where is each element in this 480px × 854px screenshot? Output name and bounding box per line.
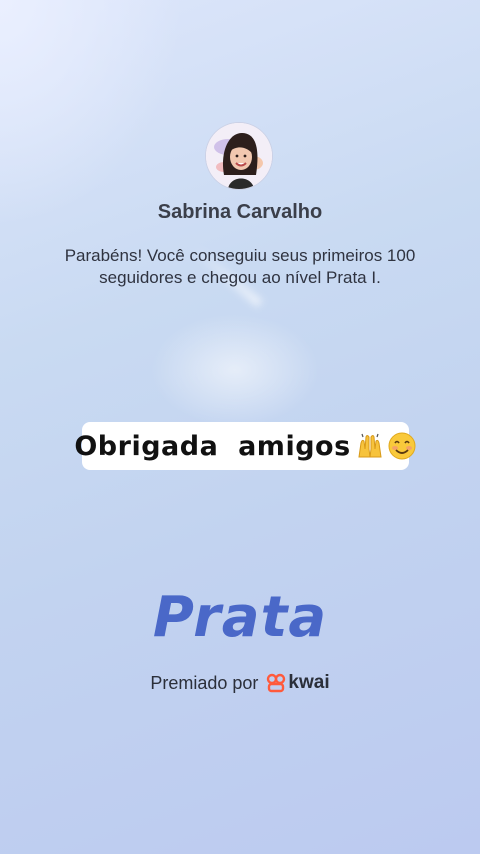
kwai-logo-icon — [267, 673, 286, 693]
profile-name: Sabrina Carvalho — [157, 201, 323, 223]
smiling-face-icon — [388, 432, 416, 460]
congrats-message: Parabéns! Você conseguiu seus primeiros … — [64, 246, 416, 287]
kwai-brand[interactable]: kwai — [266, 672, 330, 694]
kwai-brand-name: kwai — [288, 672, 330, 693]
award-line: Premiado por kwai — [0, 672, 480, 694]
raising-hands-icon — [358, 433, 382, 458]
avatar-image — [206, 123, 272, 189]
caption-text: Obrigada amigos — [74, 430, 351, 462]
caption-emojis — [355, 431, 417, 461]
level-title: Prata — [152, 585, 328, 650]
caption-sticker: Obrigada amigos — [74, 422, 416, 470]
award-prefix: Premiado por — [150, 672, 259, 693]
avatar[interactable] — [206, 123, 272, 189]
